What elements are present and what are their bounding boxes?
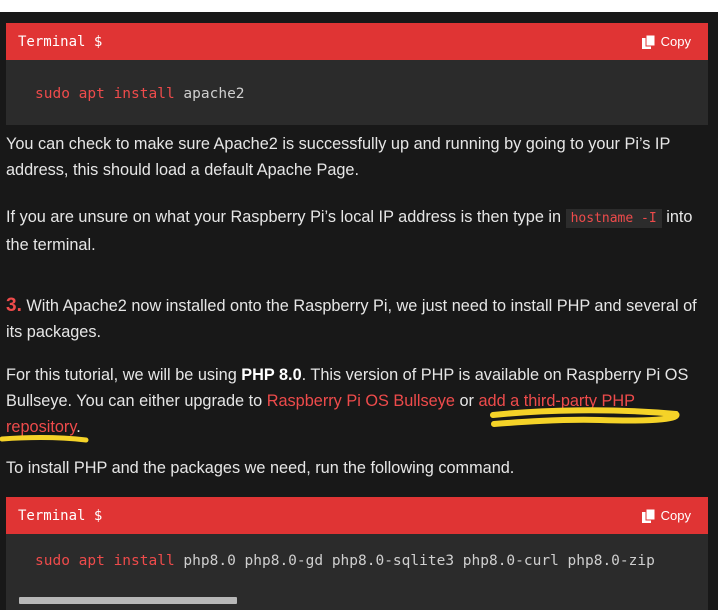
terminal-block-php: Terminal $ Copy sudo apt install php8.0 … (6, 497, 708, 610)
terminal-command[interactable]: sudo apt install php8.0 php8.0-gd php8.0… (6, 534, 708, 590)
terminal-title: Terminal $ (18, 33, 103, 50)
copy-icon (641, 34, 655, 49)
paragraph-text: If you are unsure on what your Raspberry… (6, 208, 566, 226)
terminal-header: Terminal $ Copy (6, 497, 708, 534)
inline-code-hostname: hostname -I (565, 209, 662, 228)
copy-button[interactable]: Copy (641, 508, 691, 523)
paragraph-check-apache: You can check to make sure Apache2 is su… (6, 135, 671, 179)
command-args: apache2 (183, 86, 245, 102)
horizontal-scrollbar-thumb[interactable] (19, 597, 237, 604)
page-top-edge (0, 0, 718, 12)
terminal-header: Terminal $ Copy (6, 23, 708, 60)
php-version-bold: PHP 8.0 (241, 366, 302, 384)
command-keyword: sudo apt install (35, 86, 175, 102)
command-keyword: sudo apt install (35, 553, 175, 569)
command-args: php8.0 php8.0-gd php8.0-sqlite3 php8.0-c… (183, 553, 655, 569)
paragraph-step-3: 3. With Apache2 now installed onto the R… (6, 293, 706, 345)
terminal-title: Terminal $ (18, 507, 103, 524)
paragraph-text: For this tutorial, we will be using (6, 366, 242, 384)
terminal-command[interactable]: sudo apt install apache2 (6, 60, 708, 125)
copy-label: Copy (660, 508, 691, 523)
copy-button[interactable]: Copy (641, 34, 691, 49)
paragraph-hostname: If you are unsure on what your Raspberry… (6, 204, 706, 258)
paragraph-text: With Apache2 now installed onto the Rasp… (6, 297, 697, 341)
step-number: 3. (6, 295, 22, 316)
yellow-highlight-marks (0, 407, 680, 443)
copy-icon (641, 508, 655, 523)
terminal-block-apache: Terminal $ Copy sudo apt install apache2 (6, 23, 708, 125)
paragraph-install-php: To install PHP and the packages we need,… (6, 459, 515, 477)
copy-label: Copy (660, 34, 691, 49)
